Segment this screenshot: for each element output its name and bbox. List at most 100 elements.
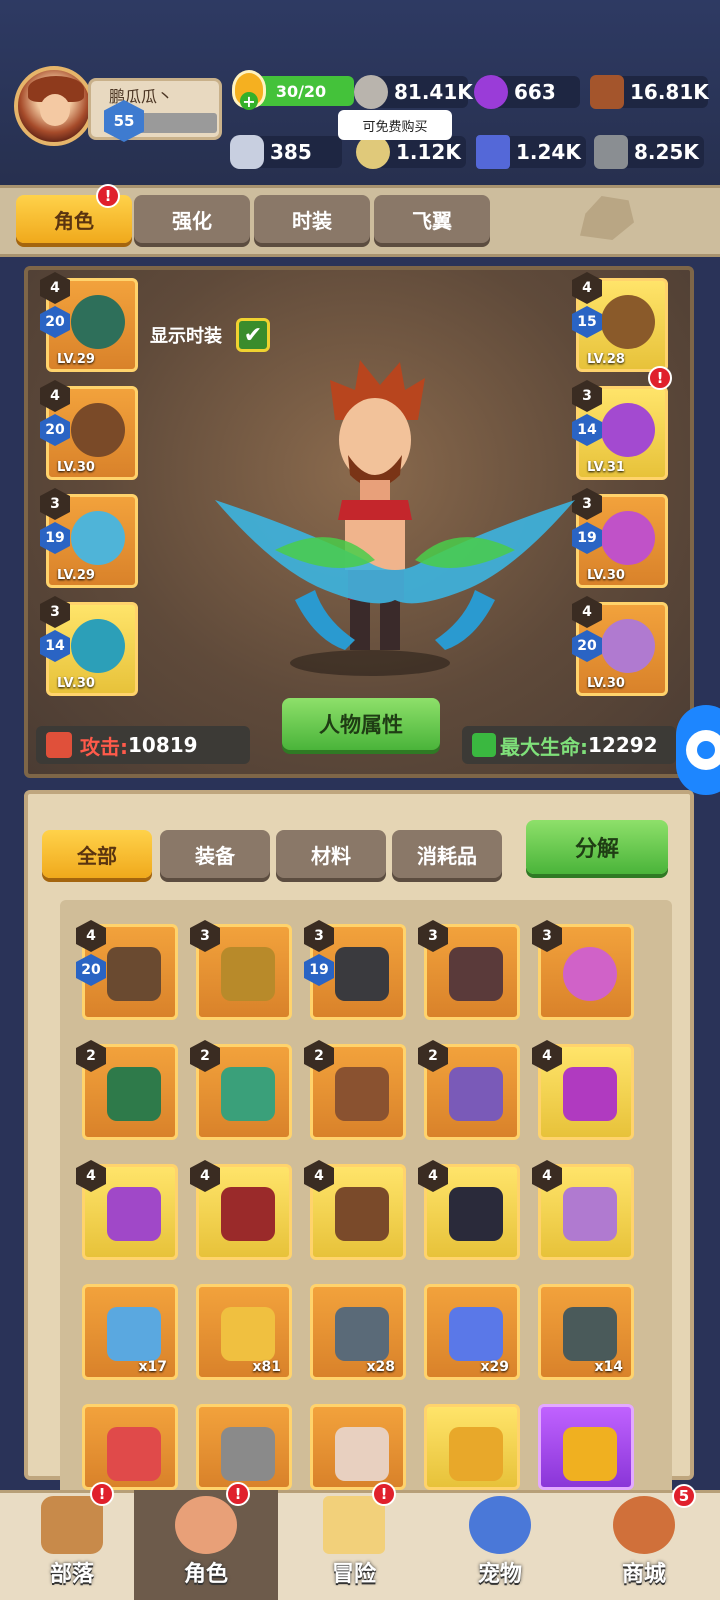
bow-icon bbox=[107, 1067, 161, 1121]
floating-assistant-button[interactable] bbox=[676, 705, 720, 795]
nav-label: 冒险 bbox=[331, 1562, 376, 1587]
coin-icon bbox=[356, 135, 390, 169]
slot-level: LV.29 bbox=[57, 568, 95, 583]
inv-tab-all[interactable]: 全部 bbox=[42, 830, 152, 878]
boots-icon bbox=[601, 511, 655, 565]
bone-icon bbox=[230, 135, 264, 169]
decompose-button[interactable]: 分解 bbox=[526, 820, 668, 874]
gold-pile-icon bbox=[449, 1427, 503, 1481]
inventory-item[interactable]: x29 bbox=[424, 1284, 520, 1380]
coin-value: 1.12K bbox=[396, 140, 461, 164]
nav-character-alert: ! bbox=[226, 1482, 250, 1506]
nav-tribe[interactable]: 部落 bbox=[0, 1490, 144, 1600]
nav-character[interactable]: 角色 bbox=[134, 1490, 278, 1600]
hammer-icon bbox=[335, 1307, 389, 1361]
inventory-item[interactable]: x14 bbox=[538, 1284, 634, 1380]
inventory-item[interactable]: x81 bbox=[196, 1284, 292, 1380]
bow-icon bbox=[71, 295, 125, 349]
nav-shop[interactable]: 商城 bbox=[572, 1490, 716, 1600]
tab-enhance[interactable]: 强化 bbox=[134, 195, 250, 243]
max-hp-stat: 最大生命: 12292 bbox=[462, 726, 676, 764]
ring-icon bbox=[563, 947, 617, 1001]
tribe-hut-icon bbox=[41, 1496, 103, 1554]
energy-value: 30/20 bbox=[275, 81, 327, 101]
inv-tab-materials[interactable]: 材料 bbox=[276, 830, 386, 878]
inventory-item[interactable] bbox=[196, 1404, 292, 1490]
potion-bottle-icon bbox=[221, 1307, 275, 1361]
spear-icon bbox=[107, 947, 161, 1001]
paint-tube-icon bbox=[335, 1427, 389, 1481]
red-crystal-icon bbox=[107, 1427, 161, 1481]
crystal-value: 1.24K bbox=[516, 140, 581, 164]
spiked-helmet-icon bbox=[335, 947, 389, 1001]
cape-icon bbox=[601, 403, 655, 457]
show-costume-checkbox[interactable]: ✔ bbox=[236, 318, 270, 352]
inv-tab-consumables[interactable]: 消耗品 bbox=[392, 830, 502, 878]
nav-pets[interactable]: 宠物 bbox=[428, 1490, 572, 1600]
character-attributes-button[interactable]: 人物属性 bbox=[282, 698, 440, 750]
item-count: x81 bbox=[252, 1359, 281, 1375]
gauntlet-icon bbox=[221, 1187, 275, 1241]
show-costume-label: 显示时装 bbox=[150, 326, 222, 347]
tab-wings[interactable]: 飞翼 bbox=[374, 195, 490, 243]
nav-label: 部落 bbox=[49, 1562, 94, 1587]
armor-icon bbox=[107, 1187, 161, 1241]
slot-level: LV.30 bbox=[57, 460, 95, 475]
nav-adventure-alert: ! bbox=[372, 1482, 396, 1506]
nav-label: 商城 bbox=[621, 1562, 666, 1587]
nav-tribe-alert: ! bbox=[90, 1482, 114, 1506]
max-hp-label: 最大生命: bbox=[500, 734, 588, 759]
item-count: x29 bbox=[480, 1359, 509, 1375]
staff-icon bbox=[221, 947, 275, 1001]
item-count: x28 bbox=[366, 1359, 395, 1375]
treasure-map-icon bbox=[323, 1496, 385, 1554]
coin-counter[interactable]: 1.12K bbox=[356, 135, 466, 169]
stone-icon bbox=[354, 75, 388, 109]
inventory-item[interactable] bbox=[82, 1404, 178, 1490]
emblem-icon bbox=[221, 1427, 275, 1481]
inv-tab-equipment[interactable]: 装备 bbox=[160, 830, 270, 878]
add-energy-icon[interactable]: + bbox=[240, 92, 258, 111]
attack-stat: 攻击: 10819 bbox=[36, 726, 250, 764]
armor-icon bbox=[601, 295, 655, 349]
ring-icon bbox=[71, 619, 125, 673]
boots-icon bbox=[449, 1187, 503, 1241]
player-avatar[interactable] bbox=[14, 66, 94, 146]
gem-counter[interactable]: 663 bbox=[474, 75, 580, 109]
pants-icon bbox=[335, 1067, 389, 1121]
inventory-item[interactable] bbox=[424, 1404, 520, 1490]
shoulder-armor-icon bbox=[335, 1187, 389, 1241]
nav-shop-badge: 5 bbox=[672, 1484, 696, 1508]
slot-level: LV.28 bbox=[587, 352, 625, 367]
nav-adventure[interactable]: 冒险 bbox=[282, 1490, 426, 1600]
character-face-icon bbox=[175, 1496, 237, 1554]
wood-counter[interactable]: 16.81K bbox=[590, 75, 709, 109]
tab-costume[interactable]: 时装 bbox=[254, 195, 370, 243]
slot-level: LV.30 bbox=[587, 568, 625, 583]
bone-counter[interactable]: 385 bbox=[230, 135, 342, 169]
crystal-icon bbox=[449, 1307, 503, 1361]
stone-counter[interactable]: 81.41K bbox=[354, 75, 473, 109]
ore-counter[interactable]: 8.25K bbox=[594, 135, 704, 169]
cape-icon bbox=[563, 1067, 617, 1121]
inventory-item[interactable]: x17 bbox=[82, 1284, 178, 1380]
slot-level: LV.31 bbox=[587, 460, 625, 475]
crystal-counter[interactable]: 1.24K bbox=[476, 135, 586, 169]
helmet-icon bbox=[71, 403, 125, 457]
inventory-item[interactable]: x28 bbox=[310, 1284, 406, 1380]
necklace-icon bbox=[449, 1067, 503, 1121]
max-hp-value: 12292 bbox=[588, 733, 658, 757]
necklace-icon bbox=[601, 619, 655, 673]
sword-icon bbox=[46, 732, 72, 758]
stone-value: 81.41K bbox=[394, 80, 473, 104]
sword-icon bbox=[221, 1067, 275, 1121]
slot-level: LV.30 bbox=[57, 676, 95, 691]
item-count: x14 bbox=[594, 1359, 623, 1375]
bow-weapon bbox=[215, 500, 575, 650]
purple-gem-icon bbox=[474, 75, 508, 109]
ore-icon bbox=[594, 135, 628, 169]
item-count: x17 bbox=[138, 1359, 167, 1375]
wolf-pet-icon bbox=[469, 1496, 531, 1554]
inventory-item[interactable] bbox=[310, 1404, 406, 1490]
inventory-item[interactable] bbox=[538, 1404, 634, 1490]
